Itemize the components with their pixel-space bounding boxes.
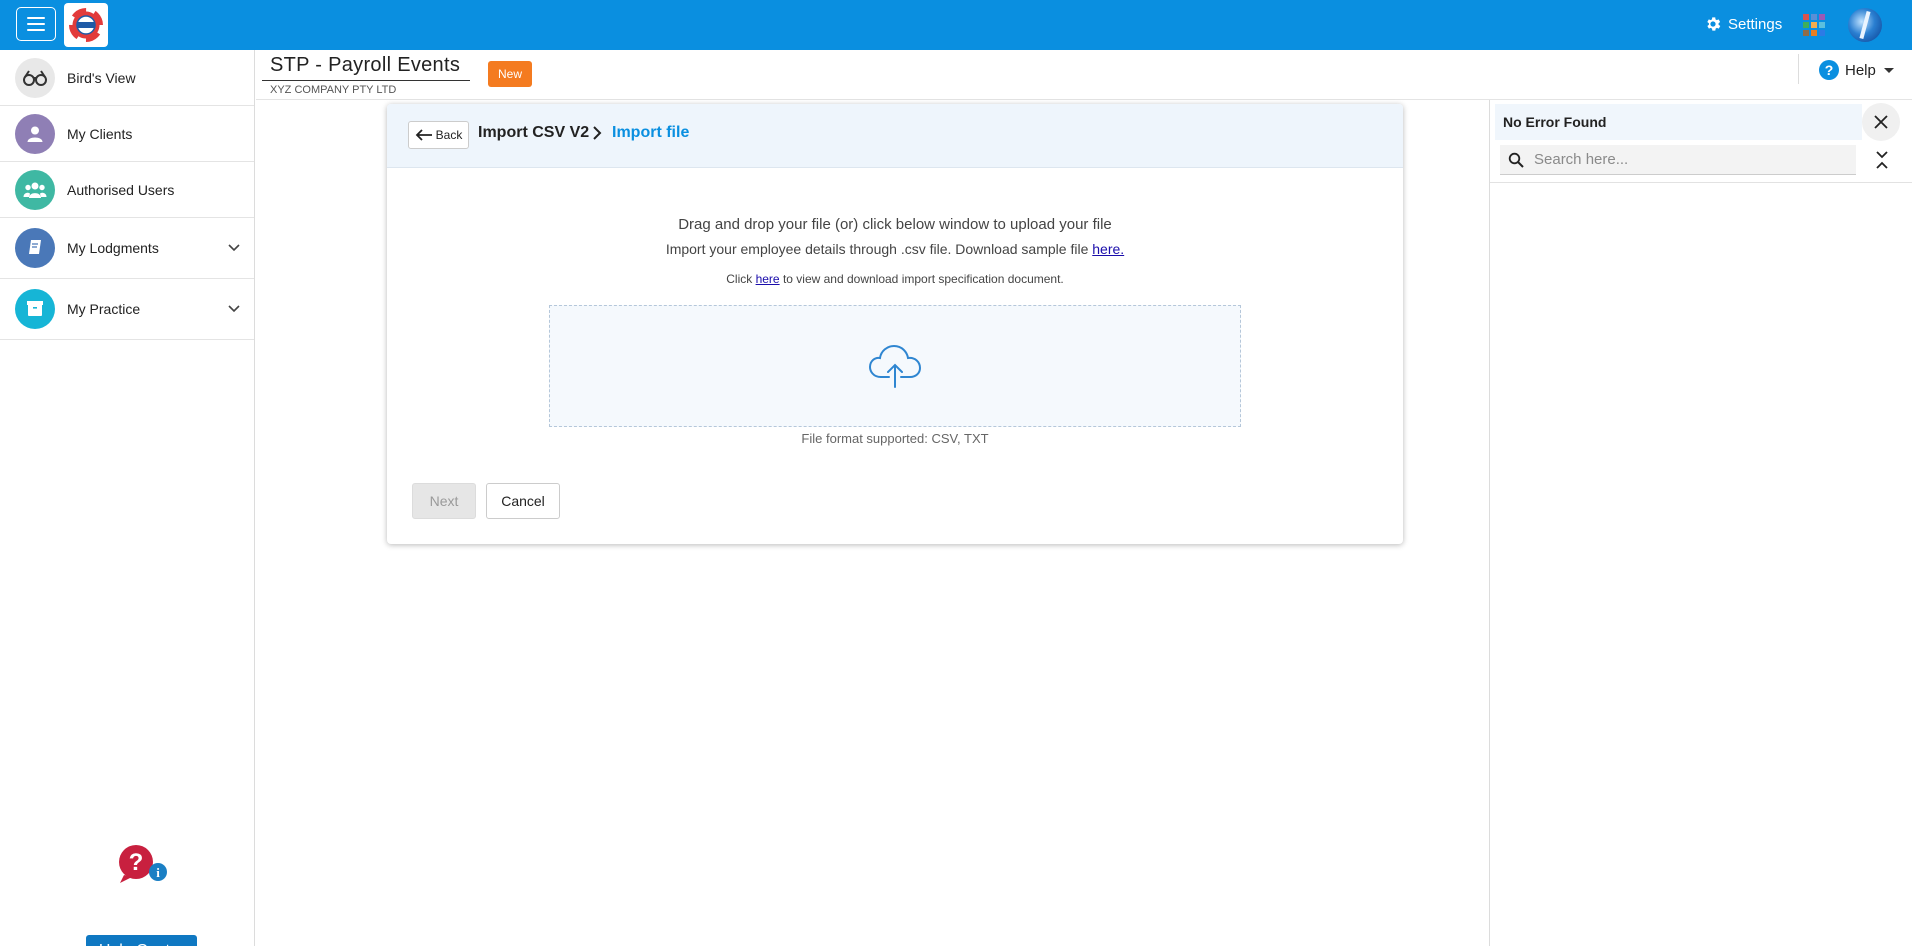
sample-file-link[interactable]: here. [1092,241,1124,257]
lifebuoy-logo-icon [66,5,106,45]
sidebar-item-label: My Lodgments [67,240,159,256]
help-icon: ? [1819,60,1839,80]
document-icon [15,228,55,268]
gear-icon [1707,17,1721,31]
sidebar-item-my-clients[interactable]: My Clients [0,106,254,162]
error-panel: No Error Found [1489,100,1912,946]
company-name: XYZ COMPANY PTY LTD [270,84,397,96]
help-label: Help [1845,61,1876,79]
collapse-icon[interactable] [1874,150,1890,170]
page-header: STP - Payroll Events XYZ COMPANY PTY LTD… [256,50,1912,100]
sidebar-item-birds-view[interactable]: Bird's View [0,50,254,106]
help-center-button[interactable]: Help Center [86,935,197,946]
close-panel-button[interactable] [1862,103,1900,141]
sidebar-item-my-practice[interactable]: My Practice [0,279,254,340]
back-button[interactable]: Back [408,121,469,149]
close-icon [1874,115,1888,129]
caret-down-icon [1883,67,1894,73]
sidebar-item-label: Bird's View [67,69,136,86]
file-drop-zone[interactable] [549,305,1241,427]
apps-grid-icon[interactable] [1803,14,1825,36]
chevron-right-icon [593,126,602,140]
help-question-icon: ? i [119,845,167,883]
spec-doc-link[interactable]: here [756,272,780,286]
sample-file-text: Import your employee details through .cs… [665,241,1093,257]
sidebar-item-label: Authorised Users [67,181,175,198]
top-bar: Settings [0,0,1912,50]
breadcrumb-root[interactable]: Import CSV V2 [478,124,589,142]
hamburger-icon [27,17,45,31]
settings-button[interactable]: Settings [1704,12,1782,36]
header-divider [1798,54,1799,84]
page-title: STP - Payroll Events [270,54,461,76]
card-header: Back Import CSV V2 Import file [387,104,1403,168]
sidebar-item-label: My Practice [67,301,141,317]
svg-text:i: i [156,865,160,880]
chevron-down-icon[interactable] [228,244,240,252]
chevron-down-icon[interactable] [228,305,240,313]
import-card: Back Import CSV V2 Import file Drag and … [387,104,1403,544]
next-button[interactable]: Next [412,483,476,519]
binoculars-icon [15,57,55,98]
cancel-button[interactable]: Cancel [486,483,560,519]
svg-text:?: ? [129,849,144,876]
title-divider [262,80,470,81]
drag-drop-instruction: Drag and drop your file (or) click below… [678,216,1112,233]
spec-doc-suffix: to view and download import specificatio… [779,272,1064,286]
menu-toggle-button[interactable] [16,7,56,41]
panel-search-field[interactable] [1500,145,1856,175]
help-menu-button[interactable]: ? Help [1819,58,1894,82]
user-icon [15,113,55,154]
box-icon [15,289,55,329]
panel-divider [1490,182,1912,183]
sidebar-item-my-lodgments[interactable]: My Lodgments [0,218,254,279]
back-label: Back [435,128,463,142]
sample-file-instruction: Import your employee details through .cs… [387,241,1403,257]
search-icon [1508,152,1524,168]
arrow-left-icon [415,129,432,141]
spec-doc-prefix: Click [726,272,756,286]
sidebar-item-label: My Clients [67,125,133,142]
settings-label: Settings [1728,15,1783,33]
new-badge[interactable]: New [488,61,532,87]
app-logo[interactable] [64,3,108,47]
error-status: No Error Found [1495,104,1862,140]
group-icon [15,169,55,210]
search-input[interactable] [1534,151,1834,168]
user-avatar[interactable] [1848,8,1882,42]
cloud-upload-icon [868,344,922,388]
supported-formats: File format supported: CSV, TXT [801,431,989,446]
sidebar-item-authorised-users[interactable]: Authorised Users [0,162,254,218]
spec-doc-instruction: Click here to view and download import s… [387,272,1403,286]
sidebar: Bird's View My Clients Authorised Users [0,50,255,946]
breadcrumb-current[interactable]: Import file [612,124,689,142]
